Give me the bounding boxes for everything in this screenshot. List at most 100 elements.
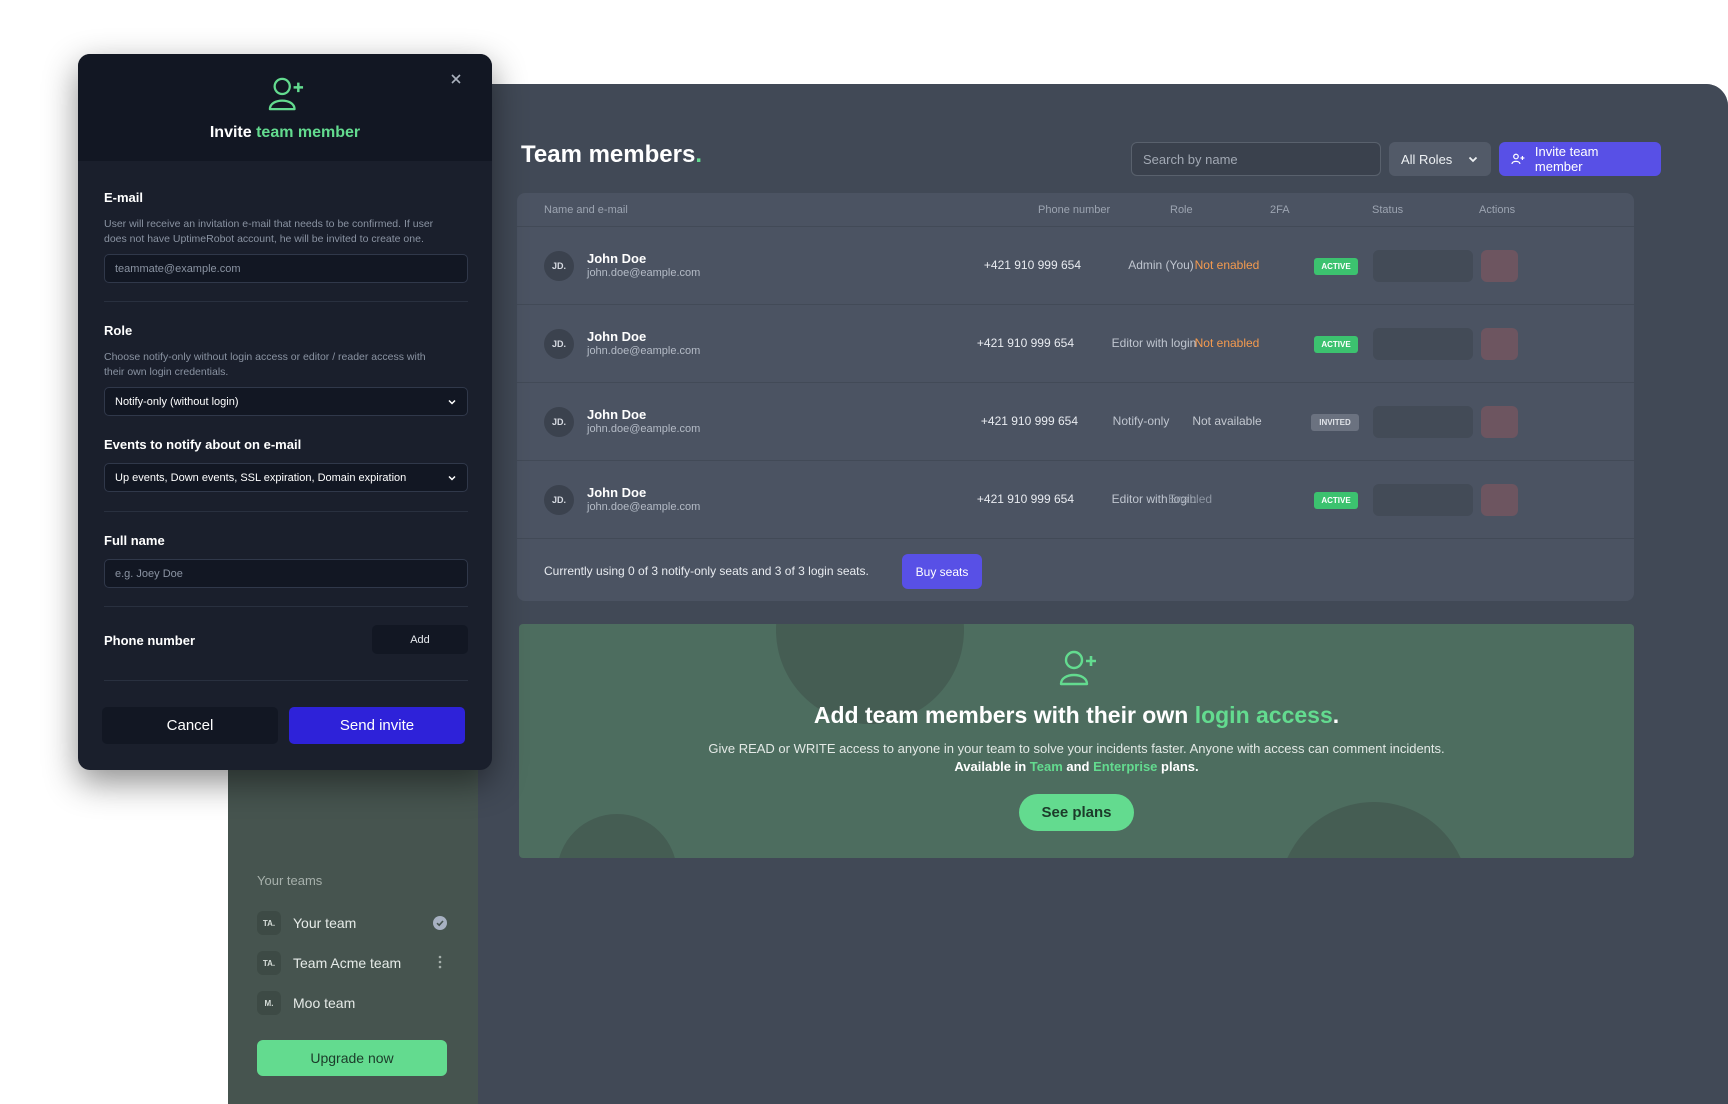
member-email: john.doe@eample.com <box>587 501 701 513</box>
role-select-value: Notify-only (without login) <box>115 395 239 408</box>
header-role: Role <box>1170 204 1193 216</box>
main-content: Team members. All Roles Invite team memb… <box>478 84 1728 1104</box>
cancel-button[interactable]: Cancel <box>102 707 278 744</box>
edit-action-button[interactable] <box>1373 328 1473 360</box>
member-phone: +421 910 999 654 <box>980 414 1078 428</box>
decor-circle <box>1279 802 1469 858</box>
chevron-down-icon <box>1468 156 1478 163</box>
promo-title: Add team members with their own login ac… <box>519 702 1634 729</box>
delete-action-button[interactable] <box>1481 328 1518 360</box>
divider <box>104 301 468 302</box>
member-name: John Doe <box>587 485 647 500</box>
divider <box>104 511 468 512</box>
divider <box>104 680 468 681</box>
promo-banner: Add team members with their own login ac… <box>519 624 1634 858</box>
member-phone: +421 910 999 654 <box>976 492 1074 506</box>
members-table: Name and e-mail Phone number Role 2FA St… <box>517 193 1634 601</box>
status-badge: ACTIVE <box>1314 492 1358 509</box>
member-email: john.doe@eample.com <box>587 345 701 357</box>
promo-title-highlight: login access <box>1194 702 1333 728</box>
modal-title-text: Invite <box>209 124 257 141</box>
team-item-moo[interactable]: M. Moo team <box>257 989 447 1017</box>
team-badge: TA. <box>257 911 281 935</box>
page-title-dot: . <box>695 141 702 168</box>
avail-team-link[interactable]: Team <box>1030 759 1063 774</box>
divider <box>104 606 468 607</box>
invite-team-member-label: Invite team member <box>1534 144 1599 174</box>
status-badge: INVITED <box>1311 414 1359 431</box>
avail-text: plans. <box>1157 759 1199 774</box>
chevron-down-icon <box>448 399 456 405</box>
check-circle-icon <box>433 916 447 930</box>
edit-action-button[interactable] <box>1373 250 1473 282</box>
member-phone: +421 910 999 654 <box>983 258 1081 272</box>
role-select[interactable]: Notify-only (without login) <box>104 387 468 416</box>
member-phone: +421 910 999 654 <box>976 336 1074 350</box>
table-row[interactable]: JD. John Doe john.doe@eample.com +421 91… <box>517 461 1634 539</box>
modal-title: Invite team member <box>78 124 492 142</box>
avatar: JD. <box>544 485 574 515</box>
header-name: Name and e-mail <box>544 204 628 216</box>
header-2fa: 2FA <box>1270 204 1290 216</box>
user-plus-icon <box>1059 650 1096 686</box>
promo-description: Give READ or WRITE access to anyone in y… <box>708 741 1445 756</box>
edit-action-button[interactable] <box>1373 406 1473 438</box>
table-row[interactable]: JD. John Doe john.doe@eample.com +421 91… <box>517 383 1634 461</box>
fullname-label: Full name <box>104 533 165 548</box>
modal-title-highlight: team member <box>256 124 361 141</box>
status-badge: ACTIVE <box>1314 258 1358 275</box>
email-field[interactable] <box>104 254 468 283</box>
avatar: JD. <box>544 407 574 437</box>
team-badge: TA. <box>257 951 281 975</box>
avail-enterprise-link[interactable]: Enterprise <box>1093 759 1157 774</box>
delete-action-button[interactable] <box>1481 250 1518 282</box>
member-2fa: Not available <box>1192 414 1262 428</box>
table-header: Name and e-mail Phone number Role 2FA St… <box>517 193 1634 227</box>
delete-action-button[interactable] <box>1481 406 1518 438</box>
full-name-field[interactable] <box>104 559 468 588</box>
team-name: Your team <box>293 915 357 931</box>
member-name: John Doe <box>587 251 647 266</box>
decor-circle <box>557 814 677 858</box>
delete-action-button[interactable] <box>1481 484 1518 516</box>
upgrade-now-button[interactable]: Upgrade now <box>257 1040 447 1076</box>
member-email: john.doe@eample.com <box>587 267 701 279</box>
events-select[interactable]: Up events, Down events, SSL expiration, … <box>104 463 468 492</box>
user-plus-icon <box>1511 153 1525 165</box>
roles-filter-select[interactable]: All Roles <box>1389 142 1491 176</box>
phone-label: Phone number <box>104 633 196 648</box>
promo-availability: Available in Team and Enterprise plans. <box>519 759 1634 774</box>
seats-usage-text: Currently using 0 of 3 notify-only seats… <box>544 564 869 578</box>
invite-modal: Invite team member E-mail User will rece… <box>78 54 492 770</box>
add-phone-button[interactable]: Add <box>372 625 468 654</box>
roles-filter-value: All Roles <box>1401 151 1453 167</box>
team-name: Team Acme team <box>293 955 402 971</box>
member-2fa: Not enabled <box>1194 258 1260 272</box>
promo-title-text: Add team members with their own <box>813 702 1195 728</box>
member-2fa: Enabled <box>1168 492 1213 506</box>
role-help-text: Choose notify-only without login access … <box>104 351 426 378</box>
team-item-your-team[interactable]: TA. Your team <box>257 909 447 937</box>
see-plans-button[interactable]: See plans <box>1019 794 1134 831</box>
buy-seats-button[interactable]: Buy seats <box>902 554 982 589</box>
avatar: JD. <box>544 329 574 359</box>
member-email: john.doe@eample.com <box>587 423 701 435</box>
invite-team-member-button[interactable]: Invite team member <box>1499 142 1661 176</box>
table-row[interactable]: JD. John Doe john.doe@eample.com +421 91… <box>517 305 1634 383</box>
table-row[interactable]: JD. John Doe john.doe@eample.com +421 91… <box>517 227 1634 305</box>
promo-title-end: . <box>1332 702 1340 728</box>
team-name: Moo team <box>293 995 356 1011</box>
avatar: JD. <box>544 251 574 281</box>
more-vertical-icon[interactable] <box>433 955 447 972</box>
search-input[interactable] <box>1131 142 1381 176</box>
events-label: Events to notify about on e-mail <box>104 437 302 452</box>
close-icon[interactable] <box>450 72 462 90</box>
edit-action-button[interactable] <box>1373 484 1473 516</box>
team-item-acme[interactable]: TA. Team Acme team <box>257 949 447 977</box>
header-actions: Actions <box>1479 204 1516 216</box>
email-label: E-mail <box>104 190 144 205</box>
email-help-text: User will receive an invitation e-mail t… <box>104 218 434 245</box>
member-2fa: Not enabled <box>1194 336 1260 350</box>
send-invite-button[interactable]: Send invite <box>289 707 465 744</box>
role-label: Role <box>104 323 133 338</box>
